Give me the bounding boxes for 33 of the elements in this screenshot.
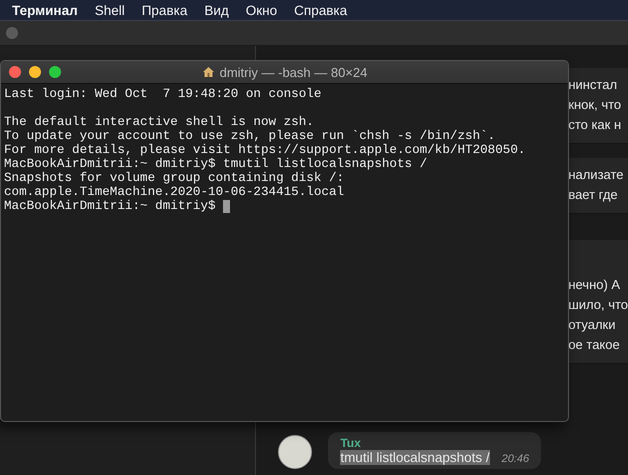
terminal-line: Snapshots for volume group containing disk /: bbox=[4, 171, 346, 185]
window-title: dmitriy — -bash — 80×24 bbox=[220, 64, 368, 80]
message-text: нечно) А bbox=[568, 276, 622, 293]
menu-item[interactable]: Правка bbox=[142, 2, 188, 18]
terminal-line: Last login: Wed Oct 7 19:48:20 on console bbox=[4, 87, 322, 101]
menu-item[interactable]: Справка bbox=[294, 2, 348, 18]
message-text: tmutil listlocalsnapshots / bbox=[340, 450, 490, 465]
menu-item[interactable]: Окно bbox=[246, 2, 278, 18]
house-icon bbox=[202, 66, 215, 78]
menu-item[interactable]: Shell bbox=[94, 2, 125, 18]
message-text: отуалки bbox=[568, 316, 616, 333]
menu-item[interactable]: Вид bbox=[204, 2, 229, 18]
message-text: шило, что bbox=[568, 296, 628, 313]
terminal-prompt: MacBookAirDmitrii:~ dmitriy$ bbox=[4, 199, 216, 213]
message-text: ое такое bbox=[568, 336, 621, 353]
message-text: кнок, что bbox=[568, 96, 622, 113]
sender-name: Tux bbox=[340, 436, 362, 450]
message-text: нализате bbox=[568, 166, 625, 183]
terminal-line: To update your account to use zsh, please run `chsh -s /bin/zsh`. bbox=[4, 129, 496, 143]
close-button[interactable] bbox=[9, 66, 21, 78]
terminal-line: For more details, please visit https://support.apple.com/kb/HT208050. bbox=[4, 143, 526, 157]
terminal-line: The default interactive shell is now zsh. bbox=[4, 115, 315, 129]
zoom-button[interactable] bbox=[49, 66, 61, 78]
avatar bbox=[278, 435, 312, 469]
terminal-line: MacBookAirDmitrii:~ dmitriy$ tmutil listlocalsnapshots / bbox=[4, 157, 428, 171]
message-text: нинстал bbox=[568, 76, 618, 93]
message-time: 20:46 bbox=[502, 453, 530, 465]
menu-item[interactable]: Терминал bbox=[12, 2, 78, 18]
message-text: сто как н bbox=[568, 116, 622, 133]
message-text: вает где bbox=[568, 186, 619, 203]
minimize-button[interactable] bbox=[29, 66, 41, 78]
text-cursor bbox=[222, 200, 230, 212]
terminal-line: com.apple.TimeMachine.2020-10-06-234415.local bbox=[4, 185, 346, 199]
